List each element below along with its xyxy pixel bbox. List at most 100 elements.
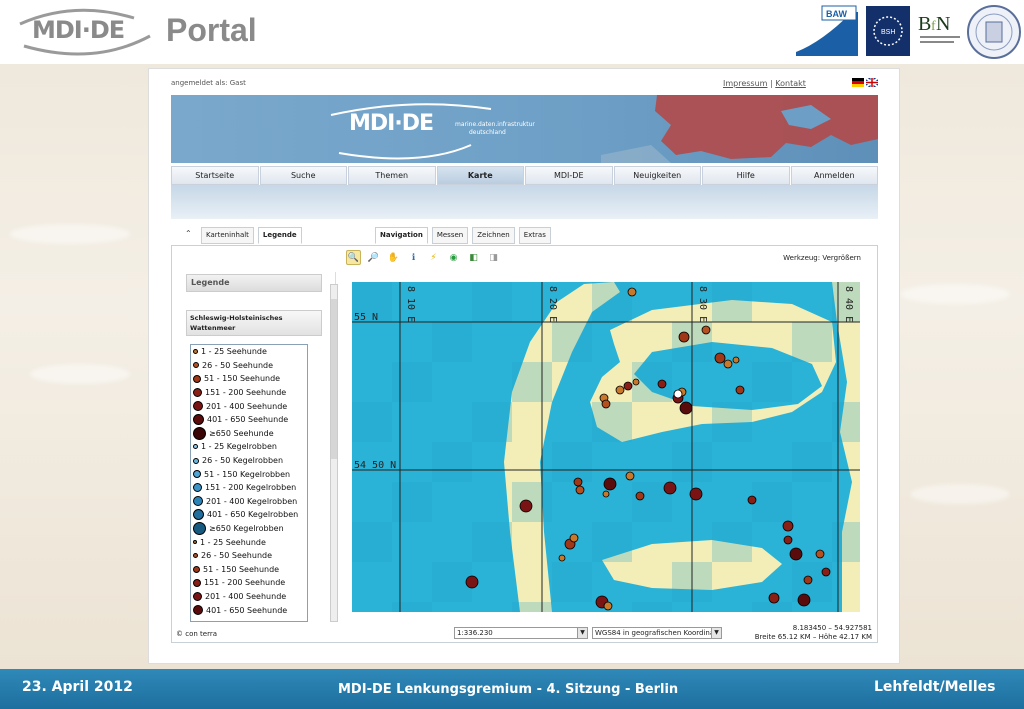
water-depth-cell	[592, 522, 632, 562]
legend-item: 51 - 150 Kegelrobben	[191, 467, 307, 481]
seal-observation-marker	[689, 487, 703, 501]
legend-symbol-icon	[193, 483, 202, 493]
legend-label: 151 - 200 Seehunde	[204, 578, 286, 588]
legend-label: 1 - 25 Seehunde	[200, 537, 266, 547]
legend-item: 151 - 200 Seehunde	[191, 386, 307, 400]
legend-symbol-icon	[193, 605, 203, 616]
seal-observation-marker	[782, 520, 794, 532]
latitude-label: 54 50 N	[354, 460, 396, 471]
bg-decor	[10, 224, 130, 244]
tab-navigation[interactable]: Navigation	[375, 227, 428, 244]
seal-observation-marker	[625, 471, 635, 481]
legend-item: 151 - 200 Seehunde	[191, 576, 307, 590]
longitude-label: 8 40 E	[843, 286, 854, 322]
water-depth-cell	[472, 402, 512, 442]
water-depth-cell	[552, 562, 592, 602]
water-depth-cell	[432, 322, 472, 362]
seal-observation-marker	[797, 593, 811, 607]
longitude-label: 8 20 E	[547, 286, 558, 322]
nav-tab-hilfe[interactable]: Hilfe	[702, 166, 790, 185]
water-depth-cell	[512, 362, 552, 402]
water-depth-cell	[592, 402, 632, 442]
forward-icon[interactable]: ◨	[486, 250, 501, 265]
login-status: angemeldet als: Gast	[171, 79, 246, 87]
legend-symbol-icon	[193, 591, 202, 601]
tab-zeichnen[interactable]: Zeichnen	[472, 227, 515, 244]
legend-item: ≥650 Kegelrobben	[191, 522, 307, 536]
seal-observation-marker	[635, 491, 645, 501]
logo-text: MDI·DE	[32, 16, 125, 44]
crs-select[interactable]: WGS84 in geografischen Koordinaten ▼	[592, 627, 722, 639]
globe-icon[interactable]: ◉	[446, 250, 461, 265]
bg-decor	[30, 364, 130, 384]
nav-tab-anmelden[interactable]: Anmelden	[790, 166, 878, 185]
zoom-in-icon[interactable]: 🔍	[346, 250, 361, 265]
legend-symbol-icon	[193, 426, 206, 440]
svg-text:N: N	[936, 13, 950, 35]
legend-label: 26 - 50 Kegelrobben	[202, 456, 284, 466]
seal-observation-marker	[657, 379, 667, 389]
bsh-logo-icon: BSH	[866, 6, 910, 56]
legend-symbol-icon	[193, 401, 203, 412]
nav-tab-karte[interactable]: Karte	[436, 166, 524, 185]
legend-label: 151 - 200 Seehunde	[205, 388, 287, 398]
tab-extras[interactable]: Extras	[518, 227, 551, 244]
water-depth-cell	[712, 282, 752, 322]
lightning-icon[interactable]: ⚡	[426, 250, 441, 265]
banner-logo[interactable]: MDI·DE	[349, 111, 434, 136]
map-frame[interactable]: 8 10 E 8 20 E 8 30 E 8 40 E 55 N 54 50 N	[346, 270, 872, 614]
nav-tab-neuigkeiten[interactable]: Neuigkeiten	[613, 166, 701, 185]
legend-symbol-icon	[193, 496, 203, 507]
coordinate-readout: 8.183450 – 54.927581 Breite 65.12 KM – H…	[750, 624, 872, 642]
bfn-logo-icon: B f N	[918, 13, 960, 43]
university-seal-icon	[967, 5, 1021, 59]
kontakt-link[interactable]: Kontakt	[775, 79, 806, 88]
legend-scrollbar[interactable]	[330, 284, 338, 622]
copyright: © con terra	[176, 630, 217, 638]
legend-panel: Legende Schleswig-Holsteinisches Wattenm…	[176, 272, 338, 622]
tab-legende[interactable]: Legende	[257, 227, 302, 244]
nav-tab-mdi-de[interactable]: MDI-DE	[525, 166, 613, 185]
nav-tab-startseite[interactable]: Startseite	[171, 166, 259, 185]
latitude-label: 55 N	[354, 312, 378, 323]
legend-header[interactable]: Legende	[186, 274, 322, 292]
pan-hand-icon[interactable]: ✋	[386, 250, 401, 265]
footer-authors: Lehfeldt/Melles	[874, 679, 996, 695]
scroll-thumb[interactable]	[331, 299, 337, 459]
collapse-icon[interactable]: ⌃	[185, 229, 192, 238]
tab-karteninhalt[interactable]: Karteninhalt	[201, 227, 254, 244]
dropdown-arrow-icon[interactable]: ▼	[577, 628, 587, 638]
map-view[interactable]: 8 10 E 8 20 E 8 30 E 8 40 E 55 N 54 50 N	[352, 282, 860, 612]
seal-observation-marker	[747, 495, 757, 505]
impressum-link[interactable]: Impressum	[723, 79, 767, 88]
legend-label: 51 - 150 Kegelrobben	[204, 469, 291, 479]
nav-tab-suche[interactable]: Suche	[259, 166, 347, 185]
svg-text:B: B	[918, 13, 931, 35]
water-depth-cell	[712, 402, 752, 442]
legend-label: 1 - 25 Kegelrobben	[201, 442, 277, 452]
seal-observation-marker	[673, 389, 683, 399]
back-icon[interactable]: ◧	[466, 250, 481, 265]
dropdown-arrow-icon[interactable]: ▼	[711, 628, 721, 638]
zoom-out-icon[interactable]: 🔎	[366, 250, 381, 265]
svg-text:BSH: BSH	[881, 29, 895, 36]
legend-item: 26 - 50 Kegelrobben	[191, 454, 307, 468]
flag-de-icon[interactable]	[852, 78, 864, 87]
scale-select[interactable]: 1:336.230 ▼	[454, 627, 588, 639]
top-links: Impressum | Kontakt	[723, 79, 806, 88]
tagline-line: deutschland	[469, 129, 506, 136]
legend-label: 401 - 650 Seehunde	[206, 605, 288, 615]
legend-item: 401 - 650 Seehunde	[191, 603, 307, 617]
tab-messen[interactable]: Messen	[431, 227, 469, 244]
flag-uk-icon[interactable]	[866, 78, 878, 87]
info-icon[interactable]: ℹ	[406, 250, 421, 265]
legend-item: 201 - 400 Seehunde	[191, 399, 307, 413]
bg-decor	[900, 284, 1010, 304]
seal-observation-marker	[627, 287, 637, 297]
nav-tab-themen[interactable]: Themen	[348, 166, 436, 185]
legend-group-title[interactable]: Schleswig-Holsteinisches Wattenmeer	[186, 310, 322, 336]
crs-value: WGS84 in geografischen Koordinaten	[595, 629, 722, 637]
legend-item: 151 - 200 Kegelrobben	[191, 481, 307, 495]
legend-symbol-icon	[193, 444, 198, 450]
seal-observation-marker	[732, 356, 740, 364]
